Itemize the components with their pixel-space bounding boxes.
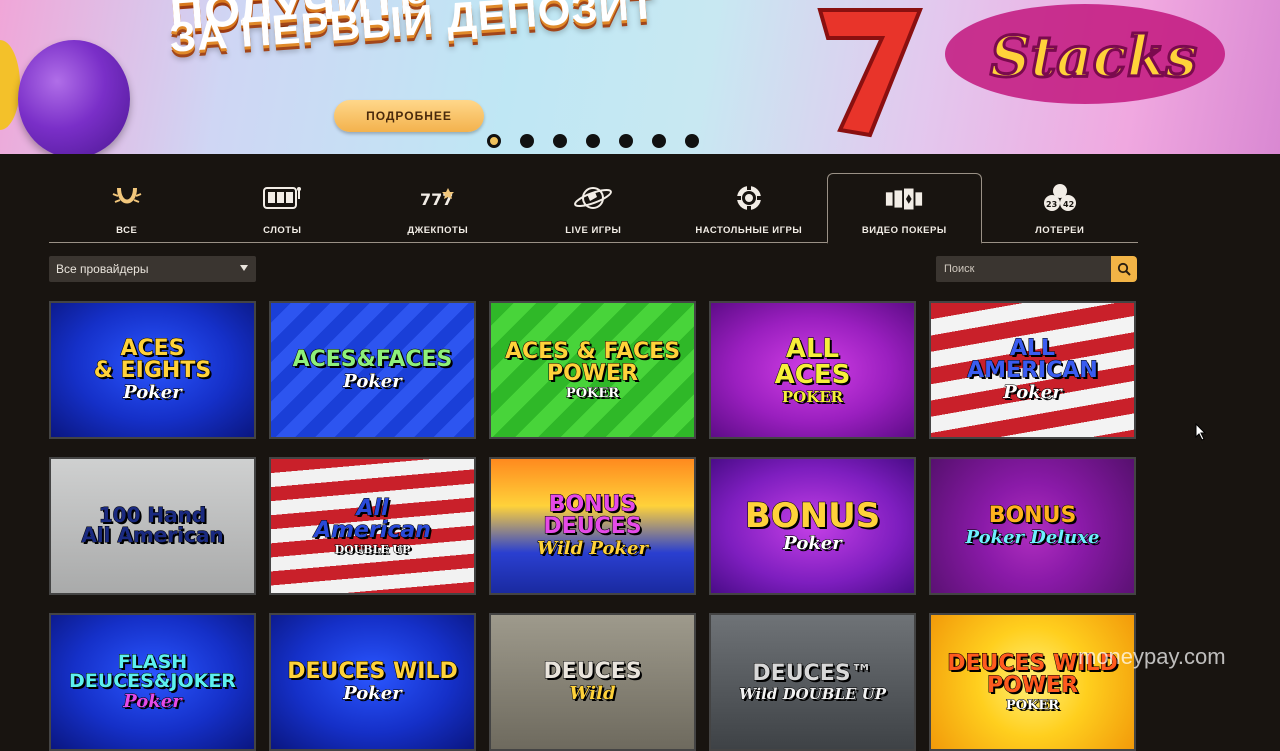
game-title: 100 Hand All American [81, 503, 224, 547]
slide-dot[interactable] [685, 134, 699, 148]
provider-select[interactable]: Все провайдеры [49, 256, 256, 282]
slide-dot[interactable] [586, 134, 600, 148]
tab-label: СЛОТЫ [263, 225, 302, 236]
seven-decoration [817, 8, 923, 138]
tab-label: ВИДЕО ПОКЕРЫ [861, 225, 947, 236]
game-title: ACES & EIGHTS [93, 336, 212, 383]
game-subtitle: Poker [123, 382, 182, 403]
lottery-ball-number: 42 [1063, 200, 1074, 209]
game-title: BONUS [988, 503, 1077, 528]
game-subtitle: POKER [1005, 697, 1060, 713]
tab-label: LIVE ИГРЫ [565, 225, 622, 236]
game-subtitle: Poker [343, 371, 402, 392]
game-subtitle: Wild DOUBLE UP [738, 684, 887, 703]
game-subtitle: POKER [781, 387, 844, 406]
mouse-cursor-icon [1195, 423, 1207, 441]
more-details-button[interactable]: ПОДРОБНЕЕ [334, 100, 484, 132]
game-title: DEUCES [543, 659, 642, 684]
tab-table-games[interactable]: НАСТОЛЬНЫЕ ИГРЫ [671, 173, 827, 242]
tab-live-games[interactable]: LIVE ИГРЫ [516, 173, 672, 242]
game-tile-bonus-deuces-wild[interactable]: BONUS DEUCES Wild Poker [489, 457, 696, 595]
game-tile-all-american-double-up[interactable]: All American DOUBLE UP [269, 457, 476, 595]
tab-video-poker[interactable]: ВИДЕО ПОКЕРЫ [826, 173, 982, 244]
game-subtitle: POKER [565, 385, 620, 401]
search-icon [1117, 262, 1131, 276]
plum-decoration [18, 40, 130, 154]
game-subtitle: Poker [783, 533, 842, 554]
dazzling-stacks-logo: Stacks [945, 4, 1225, 104]
tab-slots[interactable]: СЛОТЫ [205, 173, 361, 242]
tab-all[interactable]: ВСЕ [49, 173, 205, 242]
game-tile-deuces-wild-double-up[interactable]: DEUCES™ Wild DOUBLE UP [709, 613, 916, 751]
chevron-down-icon [240, 265, 248, 271]
search-input[interactable] [936, 256, 1111, 282]
tab-label: ЛОТЕРЕИ [1035, 225, 1085, 236]
slide-dot[interactable] [487, 134, 501, 148]
game-subtitle: Wild Poker [537, 538, 649, 559]
banner-headline: ЗА ПЕРВЫЙ ДЕПОЗИТ [168, 0, 658, 61]
game-tile-deuces-wild[interactable]: DEUCES WILD Poker [269, 613, 476, 751]
game-subtitle: Poker [1003, 382, 1062, 403]
cards-icon [884, 184, 924, 214]
watermark: moneypay.com [1078, 644, 1226, 669]
game-subtitle: Wild [569, 683, 616, 704]
game-title: ALL AMERICAN [967, 336, 1099, 383]
game-title: ACES&FACES [292, 347, 453, 372]
provider-select-value: Все провайдеры [56, 262, 149, 276]
game-title: DEUCES™ [752, 660, 873, 686]
game-tile-deuces-wild-classic[interactable]: DEUCES Wild [489, 613, 696, 751]
game-tile-bonus-poker-deluxe[interactable]: BONUS Poker Deluxe [929, 457, 1136, 595]
game-title: DEUCES WILD [287, 659, 459, 684]
game-tile-flash-deuces-joker[interactable]: FLASH DEUCES&JOKER Poker [49, 613, 256, 751]
logo-text: Stacks [990, 24, 1197, 90]
slide-dot[interactable] [520, 134, 534, 148]
slide-dot[interactable] [652, 134, 666, 148]
game-subtitle: DOUBLE UP [334, 542, 411, 556]
horseshoe-icon [107, 183, 147, 213]
tab-label: НАСТОЛЬНЫЕ ИГРЫ [695, 225, 803, 236]
chip-icon [729, 183, 769, 213]
game-tile-aces-eights[interactable]: ACES & EIGHTS Poker [49, 301, 256, 439]
category-tabs: ВСЕ СЛОТЫ 777 ДЖЕКПОТЫ LIVE ИГРЫ НАСТОЛЬ… [49, 173, 1138, 244]
lottery-balls-icon: 23 42 [1040, 183, 1080, 213]
slide-dot[interactable] [553, 134, 567, 148]
lemon-decoration [0, 40, 20, 130]
promo-banner[interactable]: ПОЛУЧИТЕ ЗА ПЕРВЫЙ ДЕПОЗИТ Stacks ПОДРОБ… [0, 0, 1280, 154]
game-subtitle: Poker Deluxe [965, 527, 1100, 548]
games-grid: ACES & EIGHTS Poker ACES&FACES Poker ACES … [49, 301, 1139, 751]
slot-machine-icon [262, 183, 302, 213]
game-subtitle: Poker [123, 691, 182, 712]
slide-dot[interactable] [619, 134, 633, 148]
game-title: All American [314, 495, 432, 543]
game-tile-aces-faces[interactable]: ACES&FACES Poker [269, 301, 476, 439]
tab-label: ДЖЕКПОТЫ [407, 225, 469, 236]
game-tile-all-aces[interactable]: ALL ACES POKER [709, 301, 916, 439]
globe-icon [573, 183, 613, 213]
lucky-sevens-icon: 777 [418, 183, 458, 213]
game-tile-100-hand-all-american[interactable]: 100 Hand All American [49, 457, 256, 595]
game-title: FLASH DEUCES&JOKER [69, 651, 237, 692]
game-title: ALL ACES [774, 333, 851, 390]
game-title: BONUS DEUCES [543, 492, 642, 539]
game-title: BONUS [744, 496, 881, 536]
lottery-ball-number: 23 [1046, 200, 1057, 209]
game-tile-bonus-poker[interactable]: BONUS Poker [709, 457, 916, 595]
tab-label: ВСЕ [116, 225, 138, 236]
game-tile-all-american[interactable]: ALL AMERICAN Poker [929, 301, 1136, 439]
tab-jackpots[interactable]: 777 ДЖЕКПОТЫ [360, 173, 516, 242]
game-tile-aces-faces-power[interactable]: ACES & FACES POWER POKER [489, 301, 696, 439]
search-button[interactable] [1111, 256, 1137, 282]
game-subtitle: Poker [343, 683, 402, 704]
game-tile-deuces-wild-power[interactable]: DEUCES WILD POWER POKER [929, 613, 1136, 751]
game-title: ACES & FACES POWER [504, 338, 681, 386]
banner-pagination [487, 134, 699, 148]
tab-lottery[interactable]: 23 42 ЛОТЕРЕИ [982, 173, 1138, 242]
